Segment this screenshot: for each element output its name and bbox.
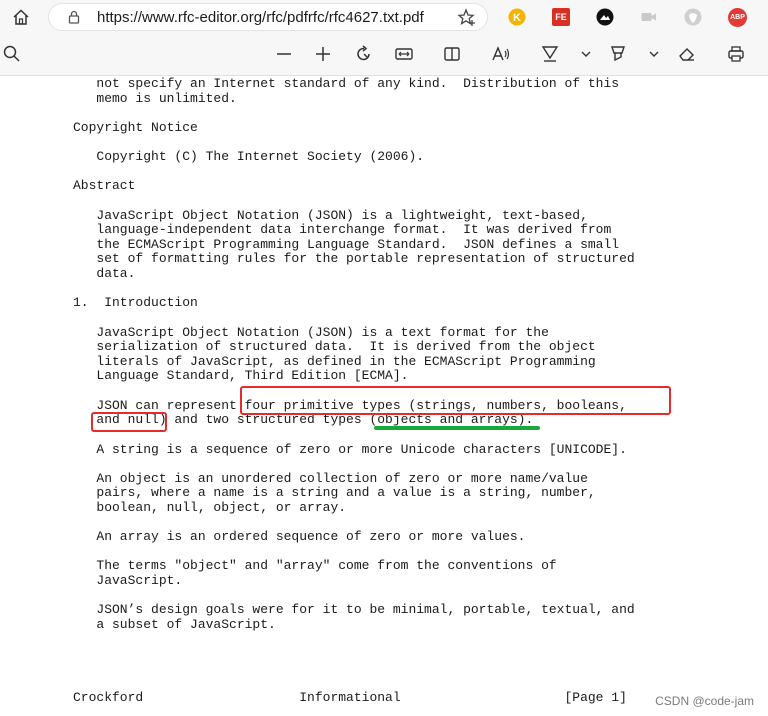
highlight-options-icon[interactable] (644, 44, 664, 64)
page-view-icon[interactable] (442, 44, 462, 64)
camera-extension-icon[interactable] (640, 8, 658, 26)
pdf-page: not specify an Internet standard of any … (0, 76, 768, 716)
document-line: Copyright (C) The Internet Society (2006… (73, 149, 425, 165)
lock-icon[interactable] (67, 10, 81, 24)
adblock-plus-label: ABP (730, 14, 745, 21)
watermark: CSDN @code-jam (655, 694, 754, 708)
dark-extension-icon[interactable] (596, 8, 614, 26)
document-line: data. (73, 266, 136, 282)
zoom-in-icon[interactable] (313, 44, 333, 64)
red-highlight-box (91, 412, 167, 432)
document-line: the ECMAScript Programming Language Stan… (73, 236, 620, 252)
document-line: not specify an Internet standard of any … (73, 76, 620, 91)
green-underline (374, 426, 540, 430)
fit-page-icon[interactable] (394, 44, 414, 64)
read-aloud-icon[interactable] (491, 44, 511, 64)
document-line: JavaScript. (73, 573, 183, 589)
document-line: Crockford Informational [Page 1] (73, 690, 627, 706)
document-line: serialization of structured data. It is … (73, 339, 596, 355)
address-bar[interactable]: https://www.rfc-editor.org/rfc/pdfrfc/rf… (48, 3, 488, 31)
search-icon[interactable] (2, 44, 22, 64)
document-line: pairs, where a name is a string and a va… (73, 485, 596, 501)
pdf-toolbar (0, 34, 768, 76)
document-line: memo is unlimited. (73, 90, 237, 106)
shield-extension-icon[interactable] (684, 8, 702, 26)
document-line: 1. Introduction (73, 295, 198, 311)
highlight-icon[interactable] (608, 44, 628, 64)
erase-icon[interactable] (677, 44, 697, 64)
document-line: A string is a sequence of zero or more U… (73, 441, 627, 457)
rotate-icon[interactable] (354, 44, 374, 64)
document-line: An object is an unordered collection of … (73, 470, 588, 486)
document-line: set of formatting rules for the portable… (73, 251, 635, 267)
document-line: JavaScript Object Notation (JSON) is a l… (73, 207, 588, 223)
document-line: Abstract (73, 178, 136, 194)
fe-extension-icon[interactable]: FE (552, 8, 570, 26)
document-line: JSON’s design goals were for it to be mi… (73, 602, 635, 618)
fe-extension-label: FE (555, 12, 567, 22)
url-text[interactable]: https://www.rfc-editor.org/rfc/pdfrfc/rf… (97, 9, 424, 26)
document-line: literals of JavaScript, as defined in th… (73, 353, 596, 369)
document-line: Copyright Notice (73, 119, 198, 135)
document-line: The terms "object" and "array" come from… (73, 558, 557, 574)
red-highlight-box (240, 386, 671, 415)
document-line: boolean, null, object, or array. (73, 499, 347, 515)
document-line: language-independent data interchange fo… (73, 222, 612, 238)
document-line: a subset of JavaScript. (73, 616, 276, 632)
add-favorite-icon[interactable] (457, 8, 477, 28)
browser-top-bar: https://www.rfc-editor.org/rfc/pdfrfc/rf… (0, 0, 768, 34)
document-line: Language Standard, Third Edition [ECMA]. (73, 368, 409, 384)
draw-options-icon[interactable] (576, 44, 596, 64)
svg-text:K: K (513, 12, 521, 24)
home-icon[interactable] (12, 8, 30, 26)
draw-icon[interactable] (540, 44, 560, 64)
zoom-out-icon[interactable] (274, 44, 294, 64)
k-extension-icon[interactable]: K (508, 8, 526, 26)
adblock-plus-icon[interactable]: ABP (728, 8, 747, 27)
print-icon[interactable] (726, 44, 746, 64)
document-line: An array is an ordered sequence of zero … (73, 529, 526, 545)
document-line: JavaScript Object Notation (JSON) is a t… (73, 324, 549, 340)
